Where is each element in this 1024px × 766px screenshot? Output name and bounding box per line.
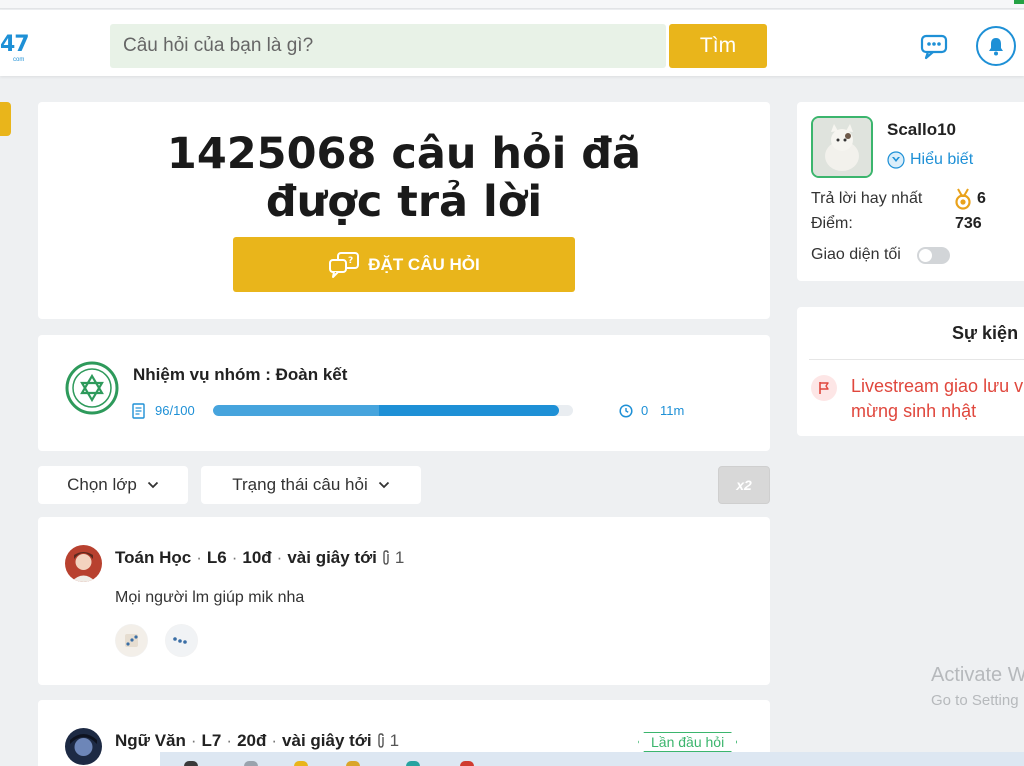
search-input[interactable] <box>110 24 666 68</box>
os-taskbar <box>160 752 1024 766</box>
question-time: vài giây tới <box>282 731 372 750</box>
clock-icon <box>619 404 633 418</box>
mission-count: 96/100 <box>155 403 195 418</box>
mission-title: Nhiệm vụ nhóm : Đoàn kết <box>133 365 348 384</box>
site-header: 47 com Tìm <box>0 10 1024 76</box>
attachment-count: 1 <box>394 548 405 567</box>
profile-avatar[interactable] <box>811 116 873 178</box>
asker-avatar[interactable] <box>65 545 102 582</box>
taskbar-app-icon[interactable] <box>406 761 420 766</box>
taskbar-app-icon[interactable] <box>460 761 474 766</box>
site-logo-sub: com <box>13 57 25 63</box>
chevron-down-icon <box>378 481 389 489</box>
question-time: vài giây tới <box>287 548 377 567</box>
double-points-filter-button[interactable]: x2 <box>718 466 770 504</box>
best-answers-label: Trả lời hay nhất <box>811 190 923 207</box>
question-meta: Toán Học · L6 · 10đ · vài giây tới 1 <box>115 548 405 568</box>
svg-text:?: ? <box>348 256 353 266</box>
question-grade: L7 <box>201 731 222 750</box>
first-question-badge: Lần đầu hỏi <box>638 732 737 752</box>
hero-title-line1: 1425068 câu hỏi đã <box>166 129 642 179</box>
bell-icon <box>989 38 1003 56</box>
best-answers-value: 6 <box>977 190 986 207</box>
ask-question-label: ĐẶT CÂU HỎI <box>368 254 480 274</box>
profile-rank: Hiểu biết <box>910 151 974 168</box>
points-label: Điểm: <box>811 215 853 232</box>
rank-shield-icon <box>887 151 905 169</box>
hero-title-line2: được trả lời <box>265 177 543 227</box>
question-meta: Ngữ Văn · L7 · 20đ · vài giây tới 1 <box>115 731 400 751</box>
taskbar-app-icon[interactable] <box>294 761 308 766</box>
ask-question-button[interactable]: ? ĐẶT CÂU HỎI <box>233 237 575 292</box>
taskbar-app-icon[interactable] <box>244 761 258 766</box>
events-title: Sự kiện <box>952 323 1019 343</box>
dark-mode-toggle[interactable] <box>917 247 950 264</box>
question-subject[interactable]: Ngữ Văn <box>115 731 186 751</box>
attachment-thumbnail[interactable] <box>115 624 148 657</box>
question-grade: L6 <box>206 548 227 567</box>
question-card[interactable]: Toán Học · L6 · 10đ · vài giây tới 1 Mọi… <box>38 517 770 685</box>
question-text[interactable]: Mọi người lm giúp mik nha <box>115 589 304 607</box>
chat-icon[interactable] <box>918 32 952 62</box>
browser-top-strip <box>0 0 1024 9</box>
paperclip-icon <box>383 550 389 565</box>
site-logo[interactable]: 47 <box>0 32 30 57</box>
mission-timer-days: 0 <box>641 403 649 418</box>
points-value: 736 <box>955 215 982 232</box>
group-mission-card: Nhiệm vụ nhóm : Đoàn kết 96/100 0 11m <box>38 335 770 451</box>
question-points: 10đ <box>242 548 272 567</box>
ask-question-icon: ? <box>329 251 360 278</box>
windows-activation-watermark: Activate W <box>931 664 1024 686</box>
mission-timer-minutes: 11m <box>660 403 685 418</box>
paperclip-icon <box>377 733 384 748</box>
document-icon <box>132 403 145 419</box>
dark-mode-toggle-knob <box>919 249 932 262</box>
events-card: Sự kiện Livestream giao lưu v mừng sinh … <box>797 307 1024 436</box>
question-points: 20đ <box>237 731 267 750</box>
taskbar-app-icon[interactable] <box>346 761 360 766</box>
mission-progress-bar <box>213 405 573 416</box>
notifications-button[interactable] <box>976 26 1016 66</box>
star-of-david-badge-icon <box>65 361 119 415</box>
browser-corner-indicator <box>1014 0 1024 4</box>
event-link-continued[interactable]: mừng sinh nhật <box>851 401 976 422</box>
flag-icon <box>811 375 837 401</box>
attachment-thumbnail[interactable] <box>165 624 198 657</box>
search-button[interactable]: Tìm <box>669 24 767 68</box>
mission-progress-fill <box>213 405 559 416</box>
mission-progress-highlight <box>213 405 379 416</box>
windows-activation-subtext: Go to Setting <box>931 692 1019 709</box>
taskbar-app-icon[interactable] <box>184 761 198 766</box>
dark-mode-label: Giao diện tối <box>811 246 901 263</box>
asker-avatar[interactable] <box>65 728 102 765</box>
question-status-filter-label: Trạng thái câu hỏi <box>232 475 368 494</box>
profile-username[interactable]: Scallo10 <box>887 120 956 140</box>
question-subject[interactable]: Toán Học <box>115 548 191 568</box>
chevron-down-icon <box>147 481 159 489</box>
user-profile-card: Scallo10 Hiểu biết Trả lời hay nhất 6 Đi… <box>797 102 1024 281</box>
hero-title: 1425068 câu hỏi đã được trả lời <box>7 130 801 226</box>
medal-icon <box>955 188 971 210</box>
class-filter-label: Chọn lớp <box>67 475 137 494</box>
events-divider <box>809 359 1024 360</box>
attachment-count: 1 <box>389 731 400 750</box>
event-link[interactable]: Livestream giao lưu v <box>851 376 1023 397</box>
class-filter-dropdown[interactable]: Chọn lớp <box>38 466 188 504</box>
hero-card: 1425068 câu hỏi đã được trả lời ? ĐẶT CÂ… <box>38 102 770 319</box>
question-status-filter-dropdown[interactable]: Trạng thái câu hỏi <box>201 466 421 504</box>
